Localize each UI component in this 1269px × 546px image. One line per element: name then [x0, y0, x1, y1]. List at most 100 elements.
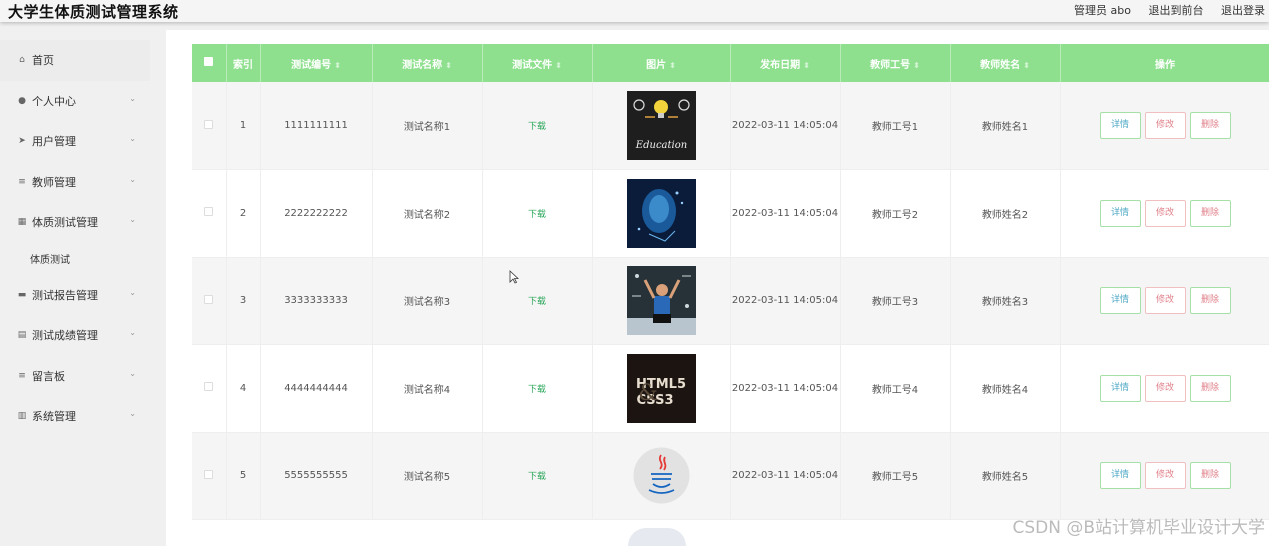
cell-teacher-id: 教师工号1 [840, 82, 951, 170]
sort-icon[interactable]: ⬍ [555, 61, 562, 70]
download-link[interactable]: 下载 [528, 297, 546, 307]
sidebar-item-teachers[interactable]: ≡ 教师管理 ⌄ [0, 162, 150, 203]
detail-button[interactable]: 详情 [1099, 374, 1141, 402]
row-checkbox[interactable] [204, 294, 214, 304]
java-logo-thumbnail[interactable] [626, 441, 696, 511]
delete-button[interactable]: 删除 [1189, 112, 1231, 139]
sort-icon[interactable]: ⬍ [669, 61, 676, 70]
table-row: 1 1111111111 测试名称1 下载 Education 2022-03-… [192, 82, 1269, 170]
delete-button[interactable]: 删除 [1189, 199, 1231, 227]
sidebar-item-reports[interactable]: ▬ 测试报告管理 ⌄ [0, 275, 150, 316]
select-all-checkbox[interactable] [204, 57, 214, 66]
col-header-teacher-name[interactable]: 教师姓名 ⬍ [950, 44, 1061, 82]
cell-teacher-id: 教师工号4 [840, 344, 951, 433]
cell-code: 2222222222 [260, 169, 373, 258]
cell-image [592, 169, 731, 258]
sidebar-item-physical-test[interactable]: ▦ 体质测试管理 ⌄ [0, 202, 150, 243]
sidebar-item-scores[interactable]: ▤ 测试成绩管理 ⌄ [0, 315, 150, 356]
col-header-date[interactable]: 发布日期 ⬍ [730, 44, 841, 82]
ai-brain-thumbnail[interactable] [626, 178, 696, 248]
front-link[interactable]: 退出到前台 [1149, 4, 1204, 17]
cell-date: 2022-03-11 14:05:04 [730, 432, 841, 520]
sidebar-item-users[interactable]: ➤ 用户管理 ⌄ [0, 121, 150, 162]
user-icon: ● [18, 95, 26, 106]
sort-icon[interactable]: ⬍ [1023, 61, 1030, 70]
sidebar-item-system[interactable]: ▥ 系统管理 ⌄ [0, 396, 150, 437]
doc-icon: ▤ [17, 330, 27, 341]
row-checkbox[interactable] [204, 382, 214, 392]
table-row: 5 5555555555 测试名称5 下载 2022-03-11 14:05:0… [192, 432, 1269, 520]
download-link[interactable]: 下载 [528, 472, 546, 482]
cell-date: 2022-03-11 14:05:04 [730, 344, 841, 433]
sort-icon[interactable]: ⬍ [913, 61, 920, 70]
svg-text:&: & [638, 381, 658, 406]
cell-image [592, 432, 731, 520]
chevron-down-icon: ⌄ [129, 368, 136, 378]
sidebar-item-messages[interactable]: ≡ 留言板 ⌄ [0, 356, 150, 397]
app-title: 大学生体质测试管理系统 [8, 3, 179, 21]
home-icon: ⌂ [19, 55, 25, 66]
row-select-cell[interactable] [192, 82, 227, 170]
delete-button[interactable]: 删除 [1189, 287, 1231, 315]
student-chalkboard-thumbnail[interactable] [626, 266, 696, 336]
sidebar-subitem-physical-test[interactable]: 体质测试 [0, 243, 150, 275]
detail-button[interactable]: 详情 [1099, 199, 1141, 227]
sidebar-item-profile[interactable]: ● 个人中心 ⌄ [0, 81, 150, 122]
sidebar-item-label: 体质测试管理 [32, 216, 98, 230]
sidebar-item-label: 留言板 [32, 369, 65, 383]
sort-icon[interactable]: ⬍ [334, 61, 341, 70]
row-checkbox[interactable] [204, 469, 214, 479]
cell-date: 2022-03-11 14:05:04 [730, 169, 841, 258]
download-link[interactable]: 下载 [528, 385, 546, 395]
cell-date: 2022-03-11 14:05:04 [730, 82, 841, 170]
sidebar-item-label: 测试成绩管理 [32, 329, 98, 343]
col-header-image[interactable]: 图片 ⬍ [592, 44, 731, 82]
logout-link[interactable]: 退出登录 [1221, 4, 1265, 17]
edit-button[interactable]: 修改 [1144, 374, 1186, 402]
col-header-code[interactable]: 测试编号 ⬍ [260, 44, 373, 82]
sort-icon[interactable]: ⬍ [803, 61, 810, 70]
monitor-icon: ▬ [17, 289, 27, 300]
cell-name: 测试名称3 [372, 257, 483, 345]
row-checkbox[interactable] [204, 119, 214, 129]
table-row: 3 3333333333 测试名称3 下载 2022-03-11 14:05:0… [192, 257, 1269, 345]
row-select-cell[interactable] [192, 257, 227, 345]
delete-button[interactable]: 删除 [1189, 374, 1231, 402]
html5-css3-thumbnail[interactable]: HTML5 CSS3 & [626, 353, 696, 423]
sidebar-item-home[interactable]: ⌂ 首页 [0, 40, 150, 81]
sidebar-item-label: 教师管理 [32, 175, 76, 189]
cell-teacher-name: 教师姓名3 [950, 257, 1061, 345]
download-link[interactable]: 下载 [528, 122, 546, 132]
select-all-cell[interactable] [192, 44, 227, 82]
education-thumbnail[interactable]: Education [626, 91, 696, 160]
sort-icon[interactable]: ⬍ [445, 61, 452, 70]
svg-text:Education: Education [634, 140, 686, 151]
col-header-file[interactable]: 测试文件 ⬍ [482, 44, 593, 82]
row-select-cell[interactable] [192, 432, 227, 520]
detail-button[interactable]: 详情 [1099, 462, 1141, 490]
edit-button[interactable]: 修改 [1144, 112, 1186, 139]
cell-index: 4 [226, 344, 261, 433]
sidebar-item-label: 个人中心 [32, 94, 76, 108]
delete-button[interactable]: 删除 [1189, 462, 1231, 490]
cell-file: 下载 [482, 344, 593, 433]
col-header-actions: 操作 [1060, 44, 1269, 82]
download-link[interactable]: 下载 [528, 210, 546, 220]
cell-code: 5555555555 [260, 432, 373, 520]
detail-button[interactable]: 详情 [1099, 287, 1141, 315]
data-table: 索引 测试编号 ⬍ 测试名称 ⬍ 测试文件 ⬍ 图片 ⬍ 发布日期 ⬍ 教师工号 ⬍ 教师姓… [192, 44, 1269, 520]
cell-file: 下载 [482, 257, 593, 345]
edit-button[interactable]: 修改 [1144, 199, 1186, 227]
cell-teacher-name: 教师姓名2 [950, 169, 1061, 258]
row-select-cell[interactable] [192, 169, 227, 258]
cell-teacher-name: 教师姓名5 [950, 432, 1061, 520]
col-header-teacher-id[interactable]: 教师工号 ⬍ [840, 44, 951, 82]
row-select-cell[interactable] [192, 344, 227, 433]
edit-button[interactable]: 修改 [1144, 462, 1186, 490]
edit-button[interactable]: 修改 [1144, 287, 1186, 315]
row-checkbox[interactable] [204, 207, 214, 217]
col-header-name[interactable]: 测试名称 ⬍ [372, 44, 483, 82]
cell-name: 测试名称1 [372, 82, 483, 170]
detail-button[interactable]: 详情 [1099, 112, 1141, 139]
cell-file: 下载 [482, 169, 593, 258]
